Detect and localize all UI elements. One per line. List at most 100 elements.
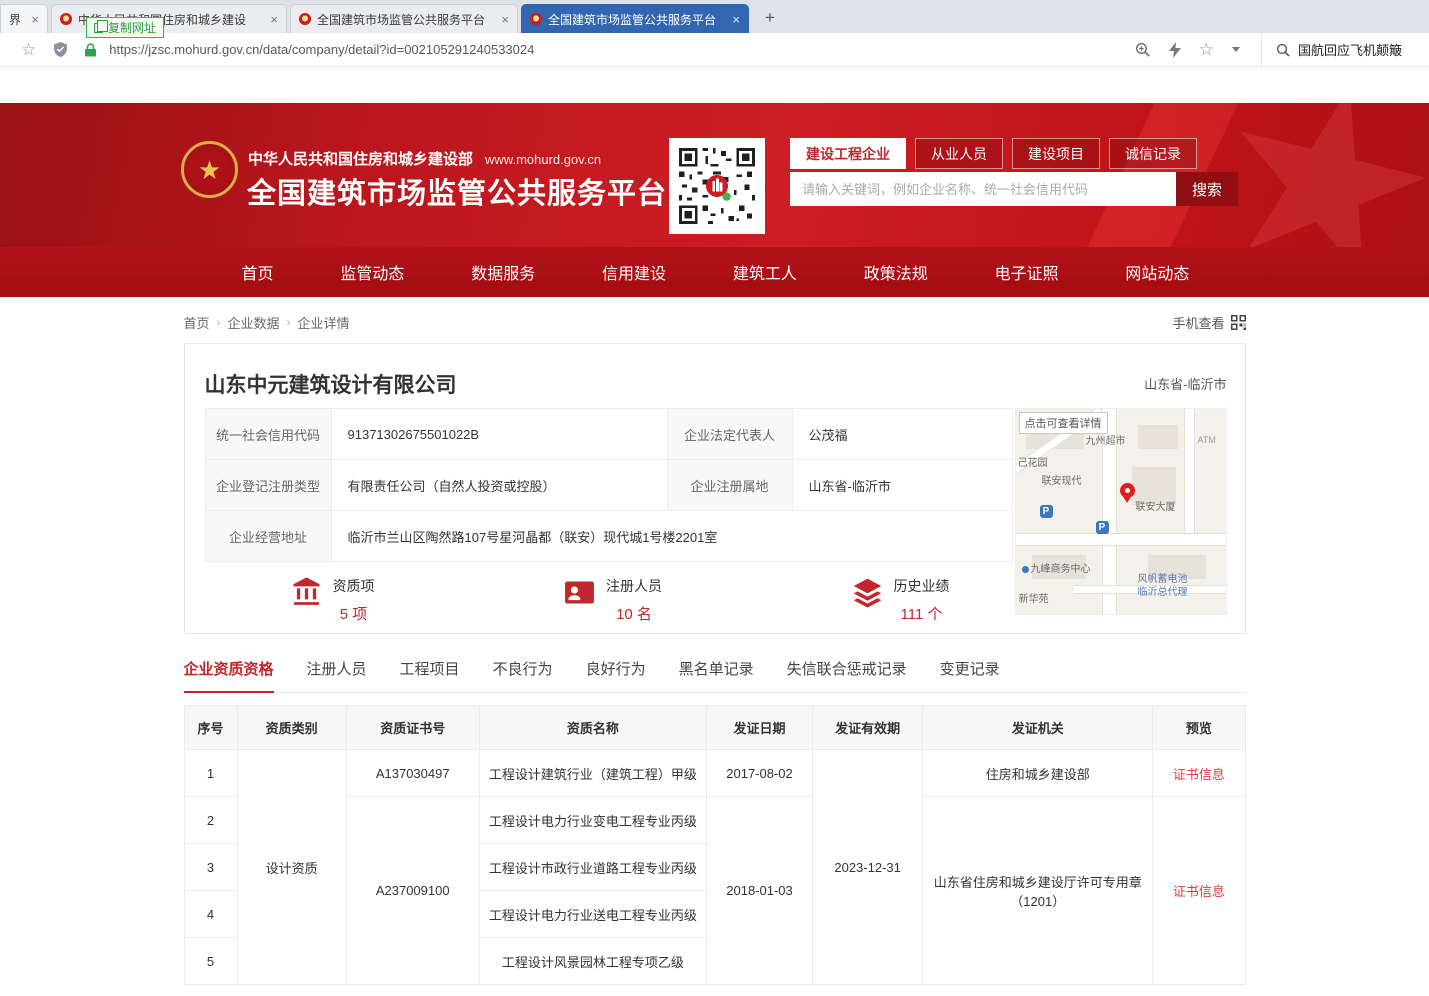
url-text[interactable]: https://jzsc.mohurd.gov.cn/data/company/… [109, 42, 534, 57]
tab-title: 全国建筑市场监管公共服务平台 [317, 11, 495, 28]
tab-good-behavior[interactable]: 良好行为 [586, 658, 646, 692]
seq-cell: 4 [184, 891, 237, 938]
cert-no-cell: A237009100 [346, 797, 479, 985]
company-card: 山东中元建筑设计有限公司 山东省-临沂市 统一社会信用代码 9137130267… [184, 343, 1246, 634]
bookmark-star-icon[interactable]: ☆ [21, 40, 36, 60]
reg-type-value: 有限责任公司（自然人投资或控股） [331, 460, 667, 511]
company-map[interactable]: 点击可查看详情 P P 九州超市 己花园 联安现代 联安大厦 ATM 九峰商务中… [1015, 408, 1227, 615]
copy-icon [94, 23, 103, 33]
tab-bad-behavior[interactable]: 不良行为 [493, 658, 553, 692]
detail-tabs: 企业资质资格 注册人员 工程项目 不良行为 良好行为 黑名单记录 失信联合惩戒记… [184, 658, 1246, 693]
tab-title: 全国建筑市场监管公共服务平台 [548, 11, 726, 28]
col-preview: 预览 [1153, 706, 1245, 750]
tab-close-icon[interactable]: × [270, 13, 278, 26]
zoom-icon[interactable] [1135, 42, 1151, 58]
browser-tab-active[interactable]: 全国建筑市场监管公共服务平台 × [521, 4, 749, 33]
nav-item-e-license[interactable]: 电子证照 [995, 260, 1059, 284]
breadcrumb-home[interactable]: 首页 [184, 313, 210, 332]
qualification-table: 序号 资质类别 资质证书号 资质名称 发证日期 发证有效期 发证机关 预览 1 … [184, 705, 1246, 985]
info-row: 统一社会信用代码 91371302675501022B 企业法定代表人 公茂福 [205, 409, 1012, 460]
header-search-tabs: 建设工程企业 从业人员 建设项目 诚信记录 [790, 138, 1197, 169]
flash-icon[interactable] [1169, 42, 1181, 58]
breadcrumb-company-data[interactable]: 企业数据 [228, 313, 280, 332]
map-label: 联安现代 [1042, 475, 1082, 488]
reg-place-value: 山东省-临沂市 [792, 460, 1012, 511]
stat-label: 历史业绩 [894, 576, 950, 596]
new-tab-button[interactable]: + [757, 6, 783, 30]
company-search-input[interactable] [790, 172, 1176, 206]
ssl-lock-icon[interactable] [85, 43, 96, 57]
qualification-icon [290, 576, 323, 609]
search-tab-personnel[interactable]: 从业人员 [915, 138, 1003, 169]
tab-change-records[interactable]: 变更记录 [940, 658, 1000, 692]
parking-icon: P [1040, 505, 1053, 518]
map-label: 九州超市 [1086, 435, 1126, 448]
seq-cell: 2 [184, 797, 237, 844]
site-info-shield-icon[interactable] [54, 42, 67, 57]
issue-date-cell: 2017-08-02 [706, 750, 812, 797]
nav-item-home[interactable]: 首页 [242, 260, 274, 284]
parking-icon: P [1096, 521, 1109, 534]
site-favicon-icon [530, 13, 542, 25]
breadcrumb: 首页 › 企业数据 › 企业详情 手机查看 [184, 313, 1246, 331]
seq-cell: 5 [184, 938, 237, 985]
nav-item-data-service[interactable]: 数据服务 [471, 260, 535, 284]
copy-url-label: 复制网址 [108, 19, 156, 36]
map-road [1016, 533, 1227, 546]
tab-close-icon[interactable]: × [732, 13, 740, 26]
address-label: 企业经营地址 [205, 511, 331, 562]
map-label: 新华苑 [1019, 593, 1049, 606]
hot-search-box[interactable]: 国航回应飞机颠簸 [1261, 33, 1429, 67]
tab-blacklist[interactable]: 黑名单记录 [679, 658, 754, 692]
tab-projects[interactable]: 工程项目 [400, 658, 460, 692]
nav-item-workers[interactable]: 建筑工人 [733, 260, 797, 284]
tab-dishonesty-records[interactable]: 失信联合惩戒记录 [787, 658, 907, 692]
tab-close-icon[interactable]: × [31, 13, 39, 26]
map-label: ATM [1198, 435, 1216, 447]
nav-item-site-news[interactable]: 网站动态 [1125, 260, 1189, 284]
tab-title: 界 [9, 11, 25, 28]
mobile-view-label: 手机查看 [1172, 313, 1224, 332]
cert-info-link[interactable]: 证书信息 [1173, 767, 1225, 782]
nav-item-supervision[interactable]: 监管动态 [340, 260, 404, 284]
nav-item-credit[interactable]: 信用建设 [602, 260, 666, 284]
table-header-row: 序号 资质类别 资质证书号 资质名称 发证日期 发证有效期 发证机关 预览 [184, 706, 1245, 750]
stat-label: 注册人员 [606, 576, 662, 596]
stat-value: 111 个 [901, 603, 943, 624]
cert-info-link[interactable]: 证书信息 [1173, 884, 1225, 899]
browser-tab-strip: 界 × 中华人民共和国住房和城乡建设 × 全国建筑市场监管公共服务平台 × 全国… [0, 0, 1429, 33]
dropdown-chevron-icon[interactable] [1232, 47, 1240, 52]
name-cell: 工程设计风景园林工程专项乙级 [479, 938, 706, 985]
search-button[interactable]: 搜索 [1176, 172, 1238, 206]
search-tab-enterprise[interactable]: 建设工程企业 [790, 138, 906, 169]
nav-item-policy[interactable]: 政策法规 [864, 260, 928, 284]
table-row: 1 设计资质 A137030497 工程设计建筑行业（建筑工程）甲级 2017-… [184, 750, 1245, 797]
national-emblem: ★ [181, 141, 238, 198]
name-cell: 工程设计市政行业道路工程专业丙级 [479, 844, 706, 891]
search-icon [1276, 43, 1290, 57]
ministry-url: www.mohurd.gov.cn [485, 152, 601, 167]
tab-close-icon[interactable]: × [501, 13, 509, 26]
ministry-name: 中华人民共和国住房和城乡建设部 [248, 148, 473, 169]
favorite-star-icon[interactable]: ☆ [1199, 40, 1214, 60]
map-label: 九峰商务中心 [1031, 563, 1091, 576]
category-cell: 设计资质 [237, 750, 346, 985]
tab-registered-personnel[interactable]: 注册人员 [307, 658, 367, 692]
legal-rep-label: 企业法定代表人 [667, 409, 792, 460]
cert-no-cell: A137030497 [346, 750, 479, 797]
tab-qualifications[interactable]: 企业资质资格 [184, 658, 274, 693]
address-bar: ☆ https://jzsc.mohurd.gov.cn/data/compan… [0, 33, 1429, 67]
issue-date-cell: 2018-01-03 [706, 797, 812, 985]
stat-label: 资质项 [333, 576, 375, 596]
info-row: 企业登记注册类型 有限责任公司（自然人投资或控股） 企业注册属地 山东省-临沂市 [205, 460, 1012, 511]
emblem-star-icon: ★ [198, 157, 221, 183]
mobile-view-button[interactable]: 手机查看 [1172, 313, 1245, 332]
copy-url-tooltip[interactable]: 复制网址 [86, 17, 164, 38]
browser-tab-partial[interactable]: 界 × [0, 4, 48, 33]
name-cell: 工程设计电力行业变电工程专业丙级 [479, 797, 706, 844]
search-tab-credit[interactable]: 诚信记录 [1109, 138, 1197, 169]
preview-cell: 证书信息 [1153, 750, 1245, 797]
browser-tab-2[interactable]: 全国建筑市场监管公共服务平台 × [290, 4, 518, 33]
search-tab-project[interactable]: 建设项目 [1012, 138, 1100, 169]
site-header: ★ ★ 中华人民共和国住房和城乡建设部 www.mohurd.gov.cn 全国… [0, 103, 1429, 247]
